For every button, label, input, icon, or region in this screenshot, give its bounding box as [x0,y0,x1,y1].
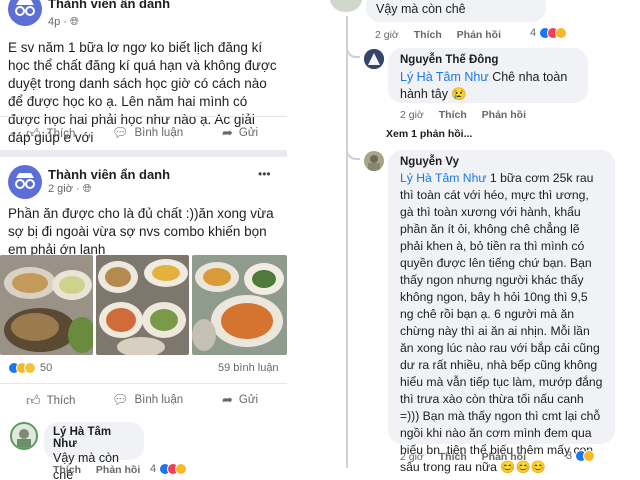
comment-author[interactable]: Lý Hà Tâm Như [53,426,135,450]
post-time: 2 giờ · 🌐︎ [48,183,92,195]
reply-reply-link[interactable]: Phản hồi [482,109,526,121]
post-author[interactable]: Thành viên ẩn danh [48,0,170,11]
avatar-image [12,424,36,448]
comment-icon: 💬︎ [112,392,129,407]
more-options-icon[interactable]: ••• [258,167,271,181]
comment-reactions[interactable]: 4 [530,27,568,39]
see-more-replies[interactable]: Xem 1 phản hồi... [386,128,472,140]
comment-bubble: Lý Hà Tâm Như Vậy mà còn chê [44,422,144,480]
comment-like-link[interactable]: Thích [53,464,81,476]
reaction-summary[interactable]: 50 [8,362,52,374]
commenter-avatar[interactable] [10,422,38,450]
reply-text: Lý Hà Tâm Như Chê nha toàn hành tây 😢 [400,70,568,101]
reply-avatar[interactable] [364,151,384,171]
post-2: Thành viên ẩn danh 2 giờ · 🌐︎ ••• Phần ă… [0,157,287,480]
reply-reactions[interactable]: 3 [566,450,596,462]
mention-tag[interactable]: Lý Hà Tâm Như [400,171,487,185]
share-button[interactable]: ➦ Gửi [222,125,258,141]
reply-bubble: Nguyễn Thế Đông Lý Hà Tâm Như Chê nha to… [388,48,588,103]
comment-bubble: Vậy mà còn chê [366,0,546,22]
left-feed: Thành viên ẩn danh 4p · 🌐︎ E sv năm 1 bữ… [0,0,287,480]
reply-author[interactable]: Nguyễn Thế Đông [400,54,576,66]
anonymous-icon [15,173,35,189]
thumbs-up-icon: 👍︎ [26,125,41,141]
food-tray-image [192,255,287,355]
reply-time: 2 giờ [400,451,424,463]
share-button[interactable]: ➦ Gửi [222,392,258,408]
wow-reaction-icon [175,463,188,475]
reply-author[interactable]: Nguyễn Vy [400,156,603,168]
sad-reaction-icon [24,362,36,374]
food-photo-1[interactable] [0,255,93,355]
comment-like-link[interactable]: Thích [414,29,442,41]
reply-text: Lý Hà Tâm Như 1 bữa cơm 25k rau thì toàn… [400,171,603,474]
comment-button[interactable]: 💬︎ Bình luận [112,392,183,408]
avatar-image [364,49,384,69]
share-icon: ➦ [222,125,233,140]
reply-like-link[interactable]: Thích [439,109,467,121]
reply-like-link[interactable]: Thích [439,451,467,463]
post-1: Thành viên ẩn danh 4p · 🌐︎ E sv năm 1 bữ… [0,0,287,150]
reply-time: 2 giờ [400,109,424,121]
reply-avatar[interactable] [364,49,384,69]
globe-icon: 🌐︎ [82,183,92,195]
commenter-avatar[interactable] [330,0,362,12]
comment-actions: 2 giờ Thích Phản hồi [375,29,513,41]
anonymous-avatar[interactable] [8,0,42,26]
reply-actions: 2 giờ Thích Phản hồi [400,451,538,463]
comment-reply-link[interactable]: Phản hồi [96,464,140,476]
post-author[interactable]: Thành viên ẩn danh [48,167,170,182]
comment-reactions[interactable]: 4 [150,463,188,475]
like-button[interactable]: 👍︎ Thích [26,125,75,142]
post-time: 4p · 🌐︎ [48,16,79,28]
thread-connector [346,44,360,58]
mention-tag[interactable]: Lý Hà Tâm Như [400,70,489,84]
food-photo-2[interactable] [96,255,189,355]
comment-text: Vậy mà còn chê [376,2,466,16]
comment-time: 2 giờ [375,29,399,41]
comment-reply-link[interactable]: Phản hồi [457,29,501,41]
comment-button[interactable]: 💬︎ Bình luận [112,125,183,141]
food-tray-image [0,255,93,355]
reply-actions: 2 giờ Thích Phản hồi [400,109,538,121]
comment-icon: 💬︎ [112,125,129,140]
share-icon: ➦ [222,392,233,407]
reply-reply-link[interactable]: Phản hồi [482,451,526,463]
avatar-image [364,151,384,171]
thread-connector [346,146,360,160]
globe-icon: 🌐︎ [70,16,79,28]
thumbs-up-icon: 👍︎ [26,392,41,408]
comment-count[interactable]: 59 bình luận [218,362,279,374]
thread-line [346,16,348,468]
reply-bubble: Nguyễn Vy Lý Hà Tâm Như 1 bữa cơm 25k ra… [388,150,615,474]
comment-actions: Thích Phản hồi [53,464,152,476]
post-actions: 👍︎ Thích 💬︎ Bình luận ➦ Gửi [0,116,287,150]
wow-reaction-icon [555,27,568,39]
post-actions: 👍︎ Thích 💬︎ Bình luận ➦ Gửi [0,383,287,417]
like-button[interactable]: 👍︎ Thích [26,392,75,409]
post-text: Phần ăn được cho là đủ chất :))ăn xong v… [8,206,274,257]
food-tray-image [96,255,189,355]
comment-thread: Vậy mà còn chê 2 giờ Thích Phản hồi 4 Ng… [320,0,620,480]
anonymous-avatar[interactable] [8,165,42,199]
anonymous-icon [15,0,35,16]
food-photo-3[interactable] [192,255,287,355]
